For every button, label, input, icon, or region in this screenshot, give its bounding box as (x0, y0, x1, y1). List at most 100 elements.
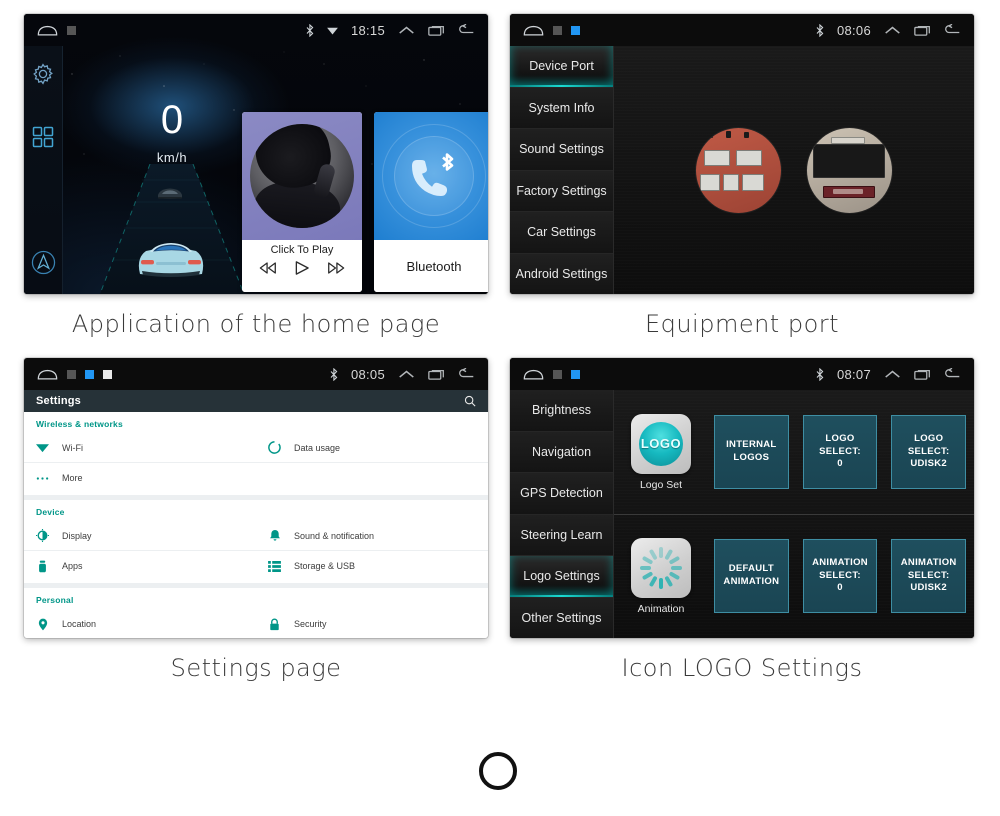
settings-row-data-usage[interactable]: Data usage (256, 433, 488, 463)
group-header: Device (36, 507, 65, 517)
sidebar-label: Android Settings (515, 266, 608, 281)
sidebar-item-device-port[interactable]: Device Port (510, 46, 613, 88)
sidebar-item-steering-learn[interactable]: Steering Learn (510, 514, 613, 556)
iso-connector-photo[interactable] (807, 127, 892, 213)
row-label: Location (62, 619, 97, 629)
bluetooth-label: Bluetooth (406, 258, 462, 274)
animation-select-0-button[interactable]: ANIMATION SELECT: 0 (802, 539, 878, 613)
apps-icon (36, 560, 49, 573)
sidebar-item-brightness[interactable]: Brightness (510, 390, 613, 432)
settings-row-empty (256, 463, 488, 493)
bluetooth-phone-icon (412, 153, 454, 196)
animation-cell[interactable]: Animation (622, 537, 700, 615)
status-time: 08:07 (836, 366, 871, 382)
sidebar-item-car-settings[interactable]: Car Settings (510, 212, 613, 254)
caption-logo-settings: Icon LOGO Settings (621, 654, 863, 682)
group-header: Personal (36, 595, 74, 605)
screen-home: 18:15 0 km/h Click To Play Bluetooth (24, 14, 488, 294)
logo-disc-icon[interactable]: LOGO (631, 413, 691, 474)
status-square-blue (571, 369, 580, 379)
speedometer: 0 km/h (102, 100, 242, 165)
settings-row-apps[interactable]: Apps (24, 551, 256, 581)
sidebar-item-factory-settings[interactable]: Factory Settings (510, 170, 613, 212)
internal-logos-button[interactable]: INTERNAL LOGOS (714, 415, 789, 489)
storage-icon (268, 560, 281, 573)
row-label: Apps (62, 561, 83, 571)
grid-icon[interactable] (31, 125, 55, 154)
settings-row-wifi[interactable]: Wi-Fi (24, 433, 256, 463)
logo-select-udisk2-button[interactable]: LOGO SELECT: UDISK2 (891, 415, 967, 489)
sidebar-item-sound-settings[interactable]: Sound Settings (510, 129, 613, 171)
status-square-blue (85, 369, 94, 379)
row-label: More (62, 473, 83, 483)
gear-icon[interactable] (31, 62, 55, 91)
previous-track-icon[interactable] (258, 261, 278, 275)
wifi-icon (327, 27, 338, 35)
equipment-sidebar: Device Port System Info Sound Settings F… (510, 46, 614, 294)
sidebar-item-other-settings[interactable]: Other Settings (510, 597, 613, 638)
back-icon[interactable] (458, 368, 475, 380)
status-square-dim (553, 369, 562, 379)
chevron-up-icon[interactable] (884, 369, 901, 380)
settings-row-display[interactable]: Display (24, 521, 256, 551)
sidebar-label: Device Port (529, 59, 594, 74)
sidebar-item-logo-settings[interactable]: Logo Settings (510, 556, 613, 598)
recents-icon[interactable] (428, 368, 445, 380)
home-icon[interactable] (523, 25, 544, 36)
data-usage-icon (268, 441, 281, 454)
sidebar-label: Factory Settings (516, 183, 607, 198)
logo-disc-text: LOGO (639, 421, 683, 466)
settings-row-storage-usb[interactable]: Storage & USB (256, 551, 488, 581)
sidebar-item-android-settings[interactable]: Android Settings (510, 253, 613, 294)
recents-icon[interactable] (914, 24, 931, 36)
sidebar-label: Navigation (531, 444, 592, 459)
back-icon[interactable] (944, 24, 961, 36)
album-art (242, 112, 362, 240)
animation-row: Animation DEFAULT ANIMATION ANIMATION SE… (614, 514, 974, 638)
recents-icon[interactable] (914, 368, 931, 380)
settings-row-location[interactable]: Location (24, 609, 256, 638)
sidebar-item-gps-detection[interactable]: GPS Detection (510, 473, 613, 515)
home-icon[interactable] (37, 25, 58, 36)
status-square-dim (67, 369, 76, 379)
logo-select-0-button[interactable]: LOGO SELECT: 0 (802, 415, 878, 489)
group-header: Wireless & networks (36, 419, 123, 429)
logo-set-cell[interactable]: LOGO Logo Set (622, 413, 700, 491)
recents-icon[interactable] (428, 24, 445, 36)
settings-row-more[interactable]: More (24, 463, 256, 493)
default-animation-button[interactable]: DEFAULT ANIMATION (714, 539, 789, 613)
bluetooth-tile[interactable]: Bluetooth (374, 112, 488, 292)
bluetooth-footer: Bluetooth (374, 240, 488, 292)
sidebar-label: Steering Learn (520, 527, 603, 542)
home-icon[interactable] (523, 369, 544, 380)
bluetooth-icon (816, 367, 824, 381)
animation-select-udisk2-button[interactable]: ANIMATION SELECT: UDISK2 (891, 539, 967, 613)
settings-row-sound-notification[interactable]: Sound & notification (256, 521, 488, 551)
bluetooth-icon (816, 23, 824, 37)
back-icon[interactable] (458, 24, 475, 36)
status-bar: 08:07 (510, 358, 974, 390)
chevron-up-icon[interactable] (398, 369, 415, 380)
settings-list: Wireless & networks Wi-Fi Data usage Mor… (24, 412, 488, 638)
back-icon[interactable] (944, 368, 961, 380)
next-track-icon[interactable] (326, 261, 346, 275)
chevron-up-icon[interactable] (398, 25, 415, 36)
bluetooth-art (374, 112, 488, 240)
sidebar-label: GPS Detection (520, 486, 603, 501)
road-graphic (99, 164, 245, 294)
chevron-up-icon[interactable] (884, 25, 901, 36)
status-time: 08:06 (836, 22, 871, 38)
wiring-harness-connector-photo[interactable] (696, 127, 781, 213)
home-icon[interactable] (37, 369, 58, 380)
search-icon[interactable] (464, 395, 476, 407)
sidebar-item-system-info[interactable]: System Info (510, 87, 613, 129)
status-time: 08:05 (350, 366, 385, 382)
album-art-image (250, 124, 354, 228)
sidebar-item-navigation[interactable]: Navigation (510, 431, 613, 473)
sidebar-label: Car Settings (527, 225, 596, 240)
navigation-icon[interactable] (31, 250, 56, 280)
music-tile[interactable]: Click To Play (242, 112, 362, 292)
play-icon[interactable] (293, 260, 311, 276)
loading-spinner-icon[interactable] (631, 537, 691, 598)
settings-row-security[interactable]: Security (256, 609, 488, 638)
